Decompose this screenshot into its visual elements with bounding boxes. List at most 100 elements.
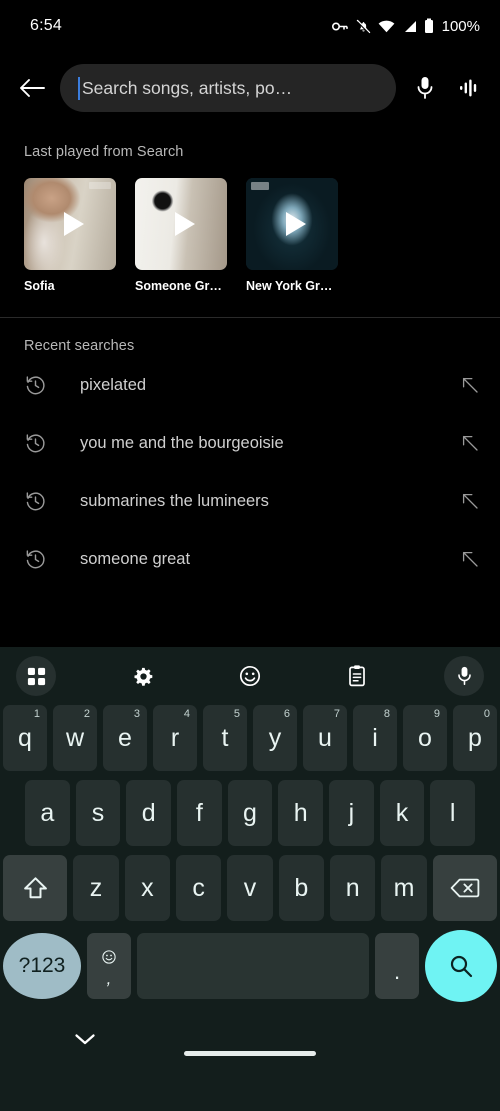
key-label: r — [170, 723, 180, 752]
key-s[interactable]: s — [75, 780, 121, 846]
back-arrow-icon[interactable] — [14, 70, 50, 106]
key-label: t — [221, 723, 229, 752]
text-caret — [78, 76, 80, 100]
key-label: q — [18, 723, 32, 752]
sound-wave-icon[interactable] — [454, 69, 484, 107]
key-l[interactable]: l — [430, 780, 476, 846]
insert-query-icon[interactable] — [454, 491, 480, 511]
key-number: 0 — [483, 708, 490, 720]
keyboard-rows: 1q 2w 3e 4r 5t 6y 7u 8i 9o 0p a s d f g … — [0, 705, 500, 1002]
recent-search-query: someone great — [80, 549, 191, 568]
key-label: y — [268, 723, 282, 752]
key-label: d — [141, 798, 156, 827]
symbols-key[interactable]: ?123 — [3, 933, 81, 999]
key-h[interactable]: h — [278, 780, 324, 846]
key-b[interactable]: b — [278, 855, 324, 921]
app-screen: 6:54 100% Search songs, artists, po… Las… — [0, 0, 500, 1111]
keyboard-toolbar — [0, 647, 500, 705]
recent-searches-list: pixelated you me and the bourgeoisie sub… — [0, 354, 500, 588]
backspace-key-icon[interactable] — [432, 855, 498, 921]
key-j[interactable]: j — [329, 780, 374, 846]
key-label: v — [243, 873, 257, 902]
key-p[interactable]: 0p — [453, 705, 497, 771]
key-label: l — [449, 798, 456, 827]
on-screen-keyboard: 1q 2w 3e 4r 5t 6y 7u 8i 9o 0p a s d f g … — [0, 647, 500, 1111]
last-played-card[interactable]: Sofia — [24, 178, 116, 293]
insert-query-icon[interactable] — [454, 375, 480, 395]
key-x[interactable]: x — [124, 855, 171, 921]
key-r[interactable]: 4r — [153, 705, 197, 771]
thumbnail[interactable] — [246, 178, 338, 270]
key-label: a — [40, 798, 55, 827]
key-t[interactable]: 5t — [203, 705, 247, 771]
insert-query-icon[interactable] — [454, 433, 480, 453]
key-label: u — [318, 723, 332, 752]
key-label: k — [395, 798, 409, 827]
key-label: g — [243, 798, 257, 827]
insert-query-icon[interactable] — [454, 549, 480, 569]
space-key[interactable] — [137, 933, 369, 999]
period-key[interactable]: . — [375, 933, 419, 999]
last-played-card[interactable]: New York Groove — [246, 178, 338, 293]
toolbar-emoji-icon[interactable] — [230, 656, 270, 696]
key-number: 2 — [83, 708, 90, 720]
toolbar-settings-icon[interactable] — [123, 656, 163, 696]
last-played-title: Last played from Search — [24, 144, 184, 160]
key-g[interactable]: g — [227, 780, 273, 846]
key-o[interactable]: 9o — [403, 705, 447, 771]
status-icons: 100% — [331, 18, 480, 35]
key-w[interactable]: 2w — [53, 705, 97, 771]
key-e[interactable]: 3e — [103, 705, 147, 771]
card-label: Sofia — [24, 279, 55, 293]
thumbnail[interactable] — [24, 178, 116, 270]
toolbar-clipboard-icon[interactable] — [337, 656, 377, 696]
recent-search-row[interactable]: you me and the bourgeoisie — [0, 414, 500, 472]
key-c[interactable]: c — [176, 855, 222, 921]
cellular-signal-icon — [402, 20, 417, 33]
chevron-down-icon[interactable] — [70, 1024, 100, 1054]
recent-search-row[interactable]: pixelated — [0, 356, 500, 414]
notifications-muted-icon — [356, 19, 371, 34]
key-u[interactable]: 7u — [303, 705, 347, 771]
key-d[interactable]: d — [126, 780, 171, 846]
emoji-comma-key[interactable]: , — [87, 933, 131, 999]
comma-label: , — [106, 969, 112, 988]
key-k[interactable]: k — [379, 780, 425, 846]
thumbnail[interactable] — [135, 178, 227, 270]
key-number: 3 — [133, 708, 140, 720]
key-f[interactable]: f — [177, 780, 222, 846]
key-label: e — [118, 723, 132, 752]
key-m[interactable]: m — [381, 855, 427, 921]
key-a[interactable]: a — [24, 780, 70, 846]
microphone-icon[interactable] — [406, 69, 444, 107]
key-y[interactable]: 6y — [253, 705, 297, 771]
key-i[interactable]: 8i — [353, 705, 397, 771]
status-bar: 6:54 100% — [0, 0, 500, 52]
key-label: s — [91, 798, 105, 827]
toolbar-grid-icon[interactable] — [16, 656, 56, 696]
recent-search-row[interactable]: someone great — [0, 530, 500, 588]
key-z[interactable]: z — [73, 855, 119, 921]
play-icon — [286, 212, 306, 236]
last-played-card[interactable]: Someone Great — [135, 178, 227, 293]
key-label: j — [348, 798, 355, 827]
keyboard-row-2: a s d f g h j k l — [3, 780, 497, 846]
toolbar-mic-icon[interactable] — [444, 656, 484, 696]
key-v[interactable]: v — [227, 855, 273, 921]
history-icon — [24, 548, 58, 571]
key-q[interactable]: 1q — [3, 705, 47, 771]
key-n[interactable]: n — [330, 855, 376, 921]
vpn-key-icon — [331, 20, 349, 33]
key-label: h — [293, 798, 308, 827]
recent-search-row[interactable]: submarines the lumineers — [0, 472, 500, 530]
battery-icon — [424, 18, 434, 34]
search-input-placeholder: Search songs, artists, po… — [82, 77, 293, 98]
shift-key-icon[interactable] — [3, 855, 68, 921]
home-indicator[interactable] — [184, 1051, 316, 1056]
search-bar: Search songs, artists, po… — [0, 52, 500, 124]
search-input[interactable]: Search songs, artists, po… — [60, 64, 396, 112]
recent-search-query: submarines the lumineers — [80, 491, 269, 510]
search-key-icon[interactable] — [425, 930, 497, 1002]
card-label: New York Groove — [246, 279, 338, 293]
history-icon — [24, 432, 58, 455]
